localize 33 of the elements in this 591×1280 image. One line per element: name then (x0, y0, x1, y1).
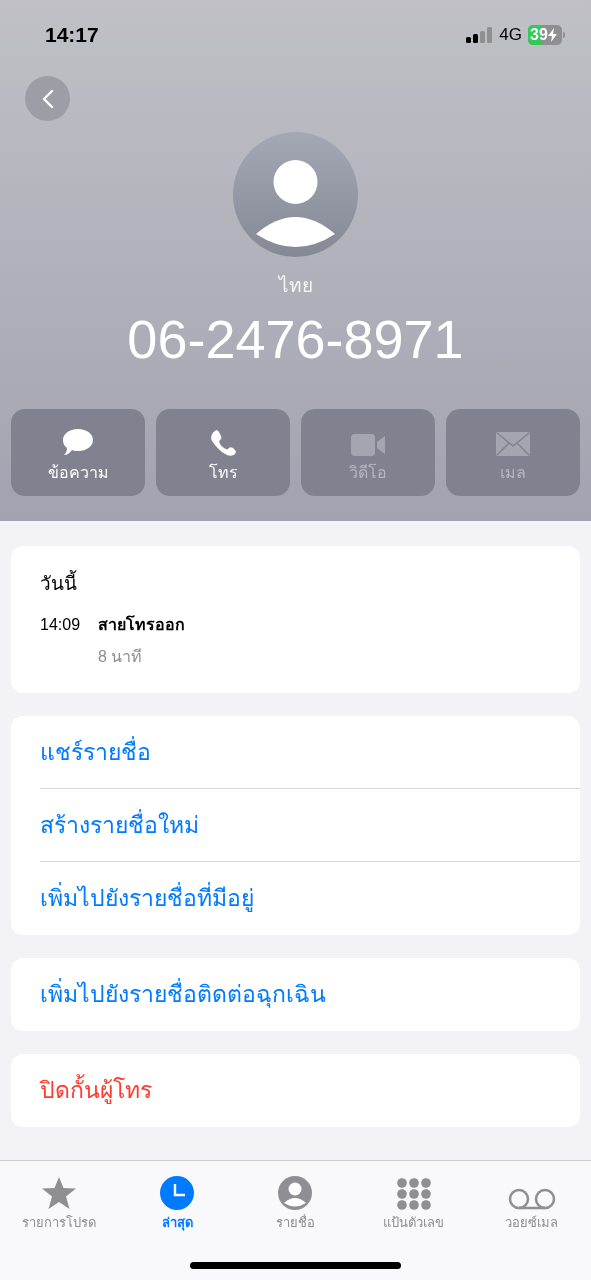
tab-item[interactable]: รายการโปรด (0, 1169, 119, 1229)
option-link[interactable]: เพิ่มไปยังรายชื่อติดต่อฉุกเฉิน (40, 977, 326, 1012)
action-button[interactable]: ข้อความ (11, 409, 145, 496)
phone-icon (209, 429, 237, 457)
envelope-icon (495, 431, 531, 457)
option-link[interactable]: สร้างรายชื่อใหม่ (40, 807, 199, 843)
call-type: สายโทรออก (98, 614, 185, 635)
charging-icon (547, 28, 557, 42)
option-link[interactable]: เพิ่มไปยังรายชื่อที่มีอยู่ (40, 881, 254, 916)
phone-number: 06-2476-8971 (127, 309, 464, 369)
tab-item[interactable]: ล่าสุด (118, 1169, 237, 1229)
tab-item[interactable]: แป้นตัวเลข (354, 1169, 473, 1229)
action-button[interactable]: โทร (156, 409, 290, 496)
tab-item[interactable]: วอยซ์เมล (472, 1169, 591, 1229)
status-time: 14:17 (45, 22, 99, 49)
tab-item[interactable]: รายชื่อ (236, 1169, 355, 1229)
clock-icon (160, 1176, 195, 1210)
speech-bubble-icon (61, 427, 95, 457)
person-circle-icon (278, 1176, 313, 1210)
call-time: 14:09 (40, 615, 82, 635)
signal-icon (466, 27, 494, 43)
option-link[interactable]: ปิดกั้นผู้โทร (40, 1073, 152, 1108)
call-duration: 8 นาที (98, 647, 144, 667)
battery-percent: 39 (529, 27, 548, 43)
keypad-icon (396, 1178, 431, 1210)
network-type: 4G (499, 24, 522, 47)
star-icon (41, 1176, 78, 1210)
number-label: ไทย (278, 275, 313, 296)
video-camera-icon (350, 433, 386, 457)
option-link[interactable]: แชร์รายชื่อ (40, 734, 151, 770)
chevron-left-icon (41, 88, 54, 109)
voicemail-icon (507, 1188, 556, 1210)
back-button[interactable] (25, 76, 70, 121)
